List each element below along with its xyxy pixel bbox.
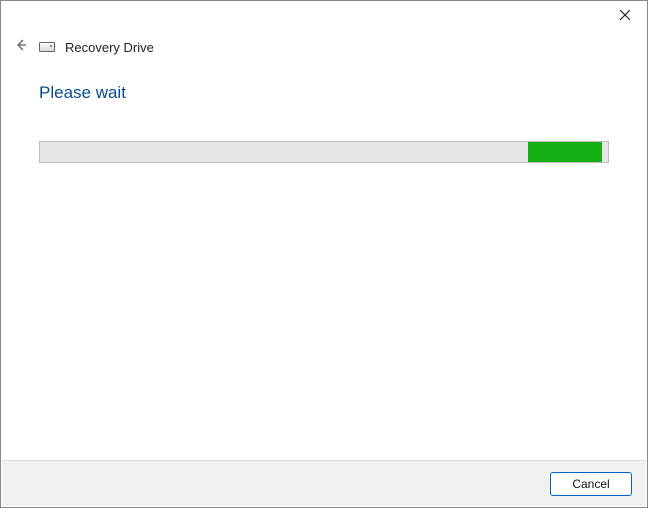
status-heading: Please wait bbox=[39, 83, 609, 103]
close-icon bbox=[619, 8, 631, 26]
back-button[interactable] bbox=[13, 39, 29, 55]
footer: Cancel bbox=[2, 460, 646, 506]
titlebar bbox=[1, 1, 647, 31]
cancel-button[interactable]: Cancel bbox=[550, 472, 632, 496]
progress-chunk bbox=[528, 142, 602, 162]
drive-icon bbox=[39, 42, 55, 52]
header: Recovery Drive bbox=[1, 39, 647, 55]
close-button[interactable] bbox=[615, 7, 635, 27]
window-title: Recovery Drive bbox=[65, 40, 154, 55]
back-arrow-icon bbox=[14, 38, 28, 57]
content-area: Please wait bbox=[1, 55, 647, 163]
progress-bar bbox=[39, 141, 609, 163]
